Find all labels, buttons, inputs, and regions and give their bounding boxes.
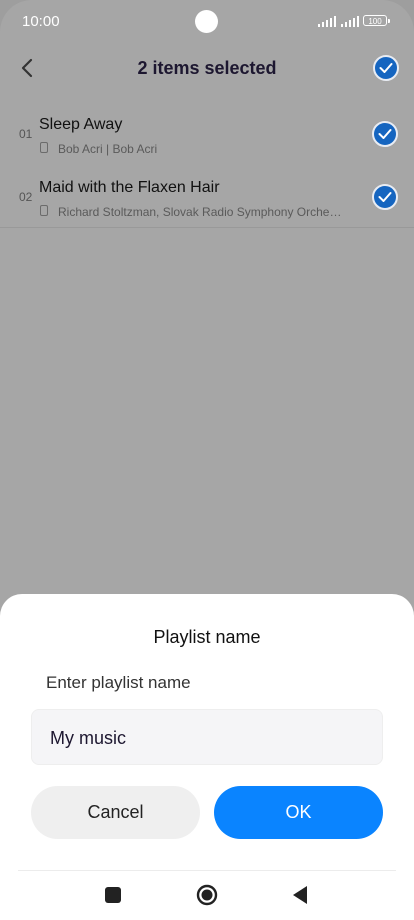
back-triangle-icon[interactable] bbox=[289, 883, 313, 907]
playlist-name-dialog: Playlist name Enter playlist name My mus… bbox=[0, 594, 414, 920]
phone-storage-icon bbox=[40, 205, 48, 216]
screen: 10:00 100 2 items selected 01 Sleep Away… bbox=[0, 0, 414, 920]
signal-icon-2 bbox=[341, 15, 359, 27]
list-item[interactable]: 01 Sleep Away Bob Acri | Bob Acri bbox=[0, 107, 414, 169]
ok-button[interactable]: OK bbox=[214, 786, 383, 839]
status-bar: 10:00 100 bbox=[0, 0, 414, 44]
page-title: 2 items selected bbox=[137, 58, 277, 78]
dialog-title: Playlist name bbox=[153, 627, 261, 647]
recents-square-icon[interactable] bbox=[101, 883, 125, 907]
battery-icon: 100 bbox=[363, 15, 390, 26]
playlist-name-value: My music bbox=[50, 728, 126, 748]
list-divider bbox=[0, 227, 414, 228]
camera-cutout bbox=[195, 10, 218, 33]
status-time: 10:00 bbox=[22, 13, 60, 30]
song-title: Maid with the Flaxen Hair bbox=[39, 179, 220, 196]
item-check-icon[interactable] bbox=[372, 121, 398, 147]
item-check-icon[interactable] bbox=[372, 184, 398, 210]
list-item[interactable]: 02 Maid with the Flaxen Hair Richard Sto… bbox=[0, 170, 414, 232]
select-all-check-icon[interactable] bbox=[373, 55, 399, 81]
signal-icon bbox=[318, 15, 336, 27]
song-title: Sleep Away bbox=[39, 116, 123, 133]
phone-storage-icon bbox=[40, 142, 48, 153]
header: 2 items selected bbox=[0, 44, 414, 94]
song-artist: Bob Acri | Bob Acri bbox=[58, 142, 158, 156]
song-artist: Richard Stoltzman, Slovak Radio Symphony… bbox=[58, 205, 342, 219]
home-circle-icon[interactable] bbox=[195, 883, 219, 907]
track-number: 02 bbox=[19, 190, 33, 204]
track-number: 01 bbox=[19, 127, 33, 141]
nav-divider bbox=[18, 870, 396, 871]
cancel-button[interactable]: Cancel bbox=[31, 786, 200, 839]
playlist-name-input[interactable]: My music bbox=[31, 709, 383, 765]
dialog-label: Enter playlist name bbox=[46, 673, 191, 692]
